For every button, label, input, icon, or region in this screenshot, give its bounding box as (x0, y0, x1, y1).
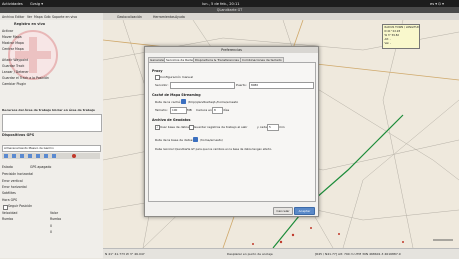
workspace-list[interactable] (2, 114, 102, 132)
proxy-header: Proxy (152, 69, 163, 73)
gps-connect-icon[interactable] (4, 154, 8, 158)
gps-prop-vertical-error: Error vertical (2, 179, 23, 183)
gps-device-select[interactable]: Almacenamiento Masivo de Garmin (2, 145, 101, 152)
tab-content: Proxy Configuración manual Servidor: Pue… (148, 62, 316, 202)
cache-expire-label: Caduca en: (196, 108, 213, 112)
gps-track-icon[interactable] (36, 154, 40, 158)
dialog-title: Preferencias (145, 47, 318, 53)
live-item-show-map[interactable]: Mostrar Mapa (2, 41, 24, 45)
menu-item-ayuda[interactable]: Ayuda (175, 15, 185, 19)
menu-item-archivo[interactable]: Archivo (2, 15, 14, 19)
info-line-1: RADIUS TOWN / LONGITUD (384, 26, 420, 29)
cache-path-value: /tmp/qlandkarteqt-/home/ernesto (188, 100, 239, 104)
proxy-port-input[interactable]: 8080 (249, 82, 314, 89)
info-line-4: Alt: - (384, 38, 391, 41)
accept-button[interactable]: Aceptar (294, 207, 315, 215)
gps-waypoint-icon[interactable] (52, 154, 56, 158)
status-bar: N 41° 41.773 W 3° 46.047 Desplazar en pu… (103, 248, 459, 259)
info-line-3: W 3° 59.82 (384, 34, 400, 37)
workspace-title: Recursos del Área de trabajo Iniciar en … (2, 108, 95, 112)
gps-col-value-2: 0 (50, 230, 53, 234)
save-every-input[interactable]: 5 (267, 124, 279, 131)
menu-item-live[interactable]: Soporte en vivo (52, 15, 77, 19)
gps-settings-icon[interactable] (28, 154, 32, 158)
menu-item-gdb[interactable]: Gdb (44, 15, 51, 19)
cache-expire-input[interactable]: 8 (212, 107, 223, 114)
menu-item-ver[interactable]: Ver (27, 15, 32, 19)
system-status-menu[interactable]: es ▾ ⏻ ▾ (430, 2, 444, 6)
gps-devices-title: Dispositivos GPS (2, 133, 35, 137)
preferences-dialog: Preferencias Generales Servicios de Rede… (144, 46, 319, 217)
gps-record-icon[interactable] (72, 154, 76, 158)
gps-col-value-header: Valor (50, 211, 59, 215)
db-path-value: /home/ernesto/ (200, 138, 223, 142)
left-panel: Registro en vivo Activar Mover Mapa Most… (0, 20, 104, 258)
live-item-move-map[interactable]: Mover Mapa (2, 35, 22, 39)
app-menu-button[interactable]: Gvsig ▾ (30, 2, 43, 6)
db-restart-note: Debe reiniciar QLandkarte GT para que lo… (155, 147, 273, 151)
gps-state-value: GPS apagado (30, 165, 52, 169)
gps-prop-satellites: Satélites (2, 191, 16, 195)
live-item-center-map[interactable]: Centrar Mapa (2, 47, 24, 51)
gps-route-icon[interactable] (44, 154, 48, 158)
cache-size-unit: MB (187, 108, 192, 112)
window-title: QLandkarte GT (216, 8, 243, 12)
folder-icon[interactable] (181, 99, 186, 104)
proxy-server-label: Servidor: (155, 83, 169, 87)
gps-upload-icon[interactable] (20, 154, 24, 158)
system-top-bar: Actividades Gvsig ▾ lun., 5 de feb., 20:… (0, 0, 459, 7)
menu-item-herramientas[interactable]: Herramientas (153, 15, 175, 19)
follow-position-label: Seguir Posición (8, 204, 33, 208)
gps-prop-speed: Velocidad (2, 211, 18, 215)
menu-item-geolocalizacion[interactable]: Geolocalización (117, 15, 142, 19)
live-item-save-track[interactable]: Guardar Track (2, 64, 24, 68)
db-path-label: Ruta de la base de datos: (155, 138, 194, 142)
proxy-server-input[interactable] (170, 82, 235, 89)
status-coords: N 41° 41.773 W 3° 46.047 (105, 252, 145, 256)
gps-download-icon[interactable] (12, 154, 16, 158)
menu-item-editar[interactable]: Editar (15, 15, 24, 19)
geodata-header: Archivo de Geodatos (152, 118, 191, 122)
live-item-start-stop[interactable]: Lanzar / Detener (2, 70, 29, 74)
cache-size-input[interactable]: 100 (170, 107, 187, 114)
live-log-title: Registro en vivo (14, 22, 46, 26)
cache-size-label: Tamaño: (155, 108, 168, 112)
info-line-2: N 41° 02.28 (384, 30, 401, 33)
gps-col-heading-header: Rumbo (50, 217, 62, 221)
gps-prop-heading: Rumbo (2, 217, 14, 221)
live-item-add-waypoint[interactable]: Añadir Waypoint (2, 58, 28, 62)
live-item-activate[interactable]: Activar (2, 29, 13, 33)
gps-prop-state: Estado (2, 165, 13, 169)
folder-icon[interactable] (193, 137, 198, 142)
status-hint: Desplazar en punto de anclaje (227, 252, 273, 256)
info-line-5: Vel: - (384, 42, 392, 45)
cache-header: Caché de Mapa Streaming (152, 93, 201, 97)
gps-prop-precision: Precisión horizontal (2, 172, 34, 176)
save-on-exit-label: Guardar registros de trabajo al salir (194, 125, 248, 129)
cache-path-label: Ruta de la caché: (155, 100, 182, 104)
menu-item-mapa[interactable]: Mapa (34, 15, 43, 19)
activities-button[interactable]: Actividades (2, 2, 23, 6)
use-database-label: Usar base de datos (160, 125, 189, 129)
status-position: [R45 / N41.77] Alt: 790 m UTM 30N 468601… (315, 252, 401, 256)
cache-expire-unit: días (223, 108, 230, 112)
clock[interactable]: lun., 5 de feb., 20:11 (202, 2, 240, 6)
gps-prop-time: Hora GPS (2, 198, 18, 202)
gps-col-value-1: 0 (50, 224, 53, 228)
save-every-label: y cada (257, 125, 267, 129)
proxy-port-label: Puerto: (236, 83, 247, 87)
cancel-button[interactable]: Cancelar (273, 207, 293, 215)
proxy-manual-label: Configuración manual (160, 75, 194, 79)
live-item-change-plugin[interactable]: Cambiar Plugin (2, 82, 26, 86)
gps-prop-horizontal-error: Error horizontal (2, 185, 27, 189)
gps-toolbar (2, 153, 100, 159)
live-item-save-to-position[interactable]: Guardar el Track a la Posición (2, 76, 49, 80)
position-info-box: RADIUS TOWN / LONGITUD N 41° 02.28 W 3° … (382, 24, 420, 49)
save-every-unit: min (279, 125, 285, 129)
